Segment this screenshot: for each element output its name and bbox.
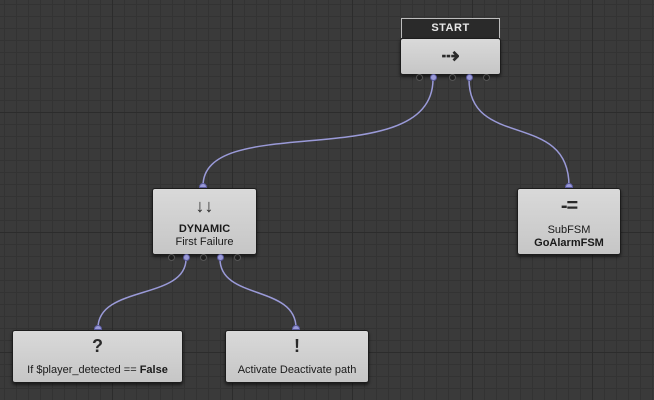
node-subtitle: GoAlarmFSM (534, 237, 604, 249)
dynamic-node[interactable]: ↓↓ DYNAMIC First Failure (152, 188, 257, 255)
outport[interactable] (416, 74, 423, 81)
action-node[interactable]: ! Activate Deactivate path (225, 330, 369, 383)
subfsm-icon: -= (560, 195, 578, 217)
outport[interactable] (234, 254, 241, 261)
exclamation-icon: ! (294, 336, 300, 356)
action-label: Activate Deactivate path (237, 364, 357, 376)
outport-active[interactable] (217, 254, 224, 261)
outport[interactable] (483, 74, 490, 81)
question-icon: ? (92, 336, 103, 356)
down-arrows-icon: ↓↓ (195, 196, 214, 216)
node-title: DYNAMIC (178, 223, 231, 235)
wire-start-to-subfsm[interactable] (468, 78, 570, 187)
wire-start-to-dynamic[interactable] (202, 78, 434, 187)
outport[interactable] (449, 74, 456, 81)
condition-expression: If $player_detected == (27, 364, 140, 376)
outport-active[interactable] (466, 74, 473, 81)
outport[interactable] (168, 254, 175, 261)
wire-dynamic-to-condition[interactable] (97, 258, 187, 329)
node-subtitle: First Failure (175, 236, 234, 248)
condition-label: If $player_detected == False (13, 364, 182, 377)
wire-dynamic-to-action[interactable] (219, 258, 297, 329)
node-title: SubFSM (547, 224, 591, 236)
condition-value: False (139, 364, 168, 376)
start-node[interactable]: ⇢ (400, 38, 501, 75)
outport[interactable] (200, 254, 207, 261)
outport-active[interactable] (183, 254, 190, 261)
start-tab: START (401, 18, 500, 38)
dynamic-arrow-icon: ⇢ (441, 43, 460, 68)
subfsm-node[interactable]: -= SubFSM GoAlarmFSM (517, 188, 621, 255)
outport-active[interactable] (430, 74, 437, 81)
condition-node[interactable]: ? If $player_detected == False (12, 330, 183, 383)
